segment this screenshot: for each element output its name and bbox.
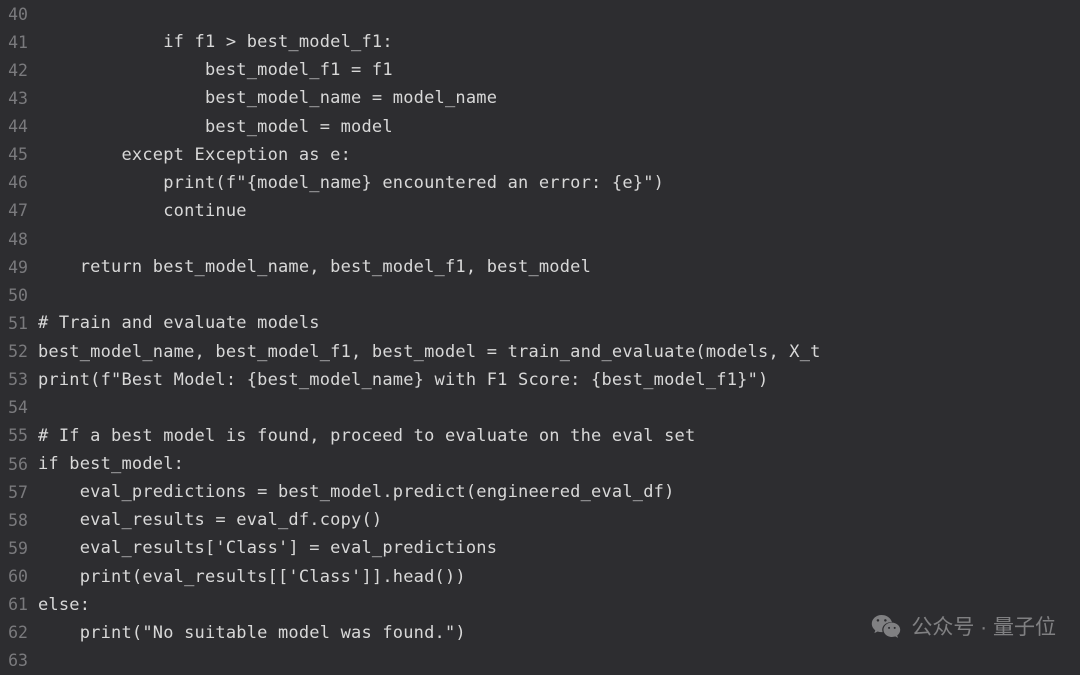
line-number: 63	[0, 651, 38, 670]
code-line[interactable]: 58 eval_results = eval_df.copy()	[0, 506, 1080, 534]
code-line[interactable]: 42 best_model_f1 = f1	[0, 56, 1080, 84]
line-number: 50	[0, 286, 38, 305]
code-editor[interactable]: 40 41 if f1 > best_model_f1: 42 best_mod…	[0, 0, 1080, 675]
line-number: 49	[0, 258, 38, 277]
code-line[interactable]: 44 best_model = model	[0, 113, 1080, 141]
code-line[interactable]: 40	[0, 0, 1080, 28]
line-number: 52	[0, 342, 38, 361]
line-number: 40	[0, 5, 38, 24]
code-line[interactable]: 53 print(f"Best Model: {best_model_name}…	[0, 366, 1080, 394]
line-number: 61	[0, 595, 38, 614]
code-text: eval_results = eval_df.copy()	[38, 510, 382, 530]
code-text: # If a best model is found, proceed to e…	[38, 426, 695, 446]
code-line[interactable]: 49 return best_model_name, best_model_f1…	[0, 253, 1080, 281]
code-text: return best_model_name, best_model_f1, b…	[38, 257, 591, 277]
code-line[interactable]: 59 eval_results['Class'] = eval_predicti…	[0, 534, 1080, 562]
line-number: 60	[0, 567, 38, 586]
code-text: except Exception as e:	[38, 145, 351, 165]
line-number: 48	[0, 230, 38, 249]
code-text: print(f"Best Model: {best_model_name} wi…	[38, 370, 768, 390]
code-line[interactable]: 41 if f1 > best_model_f1:	[0, 28, 1080, 56]
watermark: 公众号 · 量子位	[871, 611, 1056, 641]
code-line[interactable]: 48	[0, 225, 1080, 253]
watermark-label: 公众号 · 量子位	[911, 611, 1056, 641]
line-number: 56	[0, 455, 38, 474]
code-text: print("No suitable model was found.")	[38, 623, 466, 643]
code-line[interactable]: 51 # Train and evaluate models	[0, 309, 1080, 337]
line-number: 42	[0, 61, 38, 80]
code-text: if f1 > best_model_f1:	[38, 32, 393, 52]
line-number: 58	[0, 511, 38, 530]
code-text: print(eval_results[['Class']].head())	[38, 567, 466, 587]
code-line[interactable]: 46 print(f"{model_name} encountered an e…	[0, 169, 1080, 197]
line-number: 55	[0, 426, 38, 445]
code-text: best_model_f1 = f1	[38, 60, 393, 80]
code-line[interactable]: 50	[0, 281, 1080, 309]
code-text: continue	[38, 201, 247, 221]
line-number: 53	[0, 370, 38, 389]
code-line[interactable]: 45 except Exception as e:	[0, 141, 1080, 169]
code-text: else:	[38, 595, 90, 615]
line-number: 46	[0, 173, 38, 192]
line-number: 62	[0, 623, 38, 642]
code-text: eval_results['Class'] = eval_predictions	[38, 538, 497, 558]
code-text: best_model = model	[38, 117, 393, 137]
wechat-icon	[871, 611, 901, 641]
line-number: 41	[0, 33, 38, 52]
line-number: 57	[0, 483, 38, 502]
code-text: eval_predictions = best_model.predict(en…	[38, 482, 675, 502]
code-text: best_model_name, best_model_f1, best_mod…	[38, 342, 821, 362]
line-number: 54	[0, 398, 38, 417]
line-number: 45	[0, 145, 38, 164]
line-number: 44	[0, 117, 38, 136]
line-number: 59	[0, 539, 38, 558]
code-text: best_model_name = model_name	[38, 88, 497, 108]
code-line[interactable]: 63	[0, 647, 1080, 675]
code-text: print(f"{model_name} encountered an erro…	[38, 173, 664, 193]
code-line[interactable]: 55 # If a best model is found, proceed t…	[0, 422, 1080, 450]
code-line[interactable]: 60 print(eval_results[['Class']].head())	[0, 563, 1080, 591]
line-number: 51	[0, 314, 38, 333]
code-line[interactable]: 52 best_model_name, best_model_f1, best_…	[0, 338, 1080, 366]
line-number: 43	[0, 89, 38, 108]
code-line[interactable]: 57 eval_predictions = best_model.predict…	[0, 478, 1080, 506]
code-line[interactable]: 54	[0, 394, 1080, 422]
code-text: if best_model:	[38, 454, 184, 474]
line-number: 47	[0, 201, 38, 220]
code-line[interactable]: 56 if best_model:	[0, 450, 1080, 478]
code-line[interactable]: 47 continue	[0, 197, 1080, 225]
code-line[interactable]: 43 best_model_name = model_name	[0, 84, 1080, 112]
code-text: # Train and evaluate models	[38, 313, 320, 333]
